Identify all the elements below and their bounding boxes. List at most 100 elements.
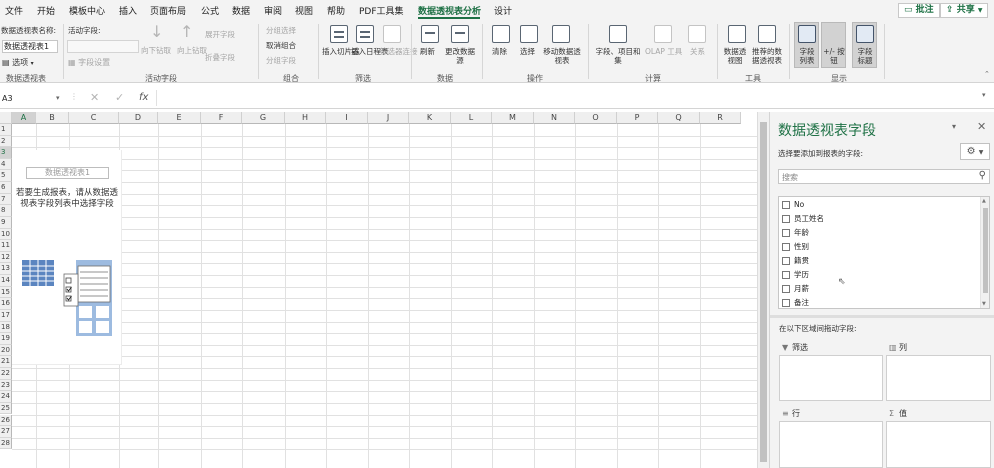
pane-divider[interactable] <box>770 315 994 318</box>
menu-review[interactable]: 审阅 <box>264 4 282 17</box>
menu-view[interactable]: 视图 <box>295 4 313 17</box>
row-header-12[interactable]: 12 <box>0 251 12 264</box>
row-header-24[interactable]: 24 <box>0 391 12 403</box>
menu-templates[interactable]: 模板中心 <box>69 4 105 17</box>
column-header-q[interactable]: Q <box>658 112 700 124</box>
name-box[interactable]: A3 <box>0 91 64 106</box>
spreadsheet-grid[interactable]: ABCDEFGHIJKLMNOPQR 1 2 3 4 5 6 7 8 9 10 11 12 13 14 15… <box>0 112 757 468</box>
group-selection-button[interactable]: 分组选择 <box>266 26 296 35</box>
field-checkbox[interactable] <box>782 229 790 237</box>
scroll-up-icon[interactable]: ▲ <box>982 198 986 204</box>
row-header-20[interactable]: 20 <box>0 344 12 357</box>
scroll-thumb[interactable] <box>760 122 767 462</box>
row-header-25[interactable]: 25 <box>0 402 12 415</box>
menu-formulas[interactable]: 公式 <box>201 4 219 17</box>
clear-button[interactable]: 清除 <box>492 47 507 56</box>
menu-file[interactable]: 文件 <box>5 4 23 17</box>
row-header-9[interactable]: 9 <box>0 216 12 229</box>
row-header-18[interactable]: 18 <box>0 321 12 334</box>
row-header-22[interactable]: 22 <box>0 368 12 380</box>
field-checkbox[interactable] <box>782 271 790 279</box>
close-icon[interactable]: ✕ <box>977 120 986 133</box>
column-header-j[interactable]: J <box>368 112 409 124</box>
menu-data[interactable]: 数据 <box>232 4 250 17</box>
column-header-i[interactable]: I <box>326 112 368 124</box>
row-header-19[interactable]: 19 <box>0 333 12 345</box>
vertical-scrollbar[interactable] <box>757 112 769 468</box>
column-header-a[interactable]: A <box>12 112 36 124</box>
column-header-f[interactable]: F <box>201 112 242 124</box>
recommended-pivot-button[interactable]: 推荐的数据透视表 <box>750 47 784 65</box>
field-search-input[interactable]: 搜索 ⚲ <box>778 169 990 184</box>
row-header-4[interactable]: 4 <box>0 158 12 171</box>
column-header-k[interactable]: K <box>409 112 451 124</box>
row-header-3[interactable]: 3 <box>0 147 12 159</box>
row-header-2[interactable]: 2 <box>0 135 12 148</box>
scroll-down-icon[interactable]: ▼ <box>982 301 986 307</box>
expand-field-label[interactable]: 展开字段 <box>205 30 235 39</box>
cancel-icon[interactable]: ✕ <box>90 90 99 106</box>
menu-help[interactable]: 帮助 <box>327 4 345 17</box>
row-header-23[interactable]: 23 <box>0 379 12 392</box>
row-header-13[interactable]: 13 <box>0 263 12 276</box>
row-header-1[interactable]: 1 <box>0 124 12 136</box>
field-checkbox[interactable] <box>782 257 790 265</box>
move-pivot-button[interactable]: 移动数据透视表 <box>542 47 582 65</box>
column-header-g[interactable]: G <box>242 112 285 124</box>
row-header-7[interactable]: 7 <box>0 193 12 206</box>
row-header-26[interactable]: 26 <box>0 414 12 427</box>
field-checkbox[interactable] <box>782 215 790 223</box>
column-header-l[interactable]: L <box>451 112 492 124</box>
column-header-h[interactable]: H <box>285 112 326 124</box>
row-header-14[interactable]: 14 <box>0 275 12 287</box>
active-field-input[interactable] <box>67 40 139 53</box>
enter-icon[interactable]: ✓ <box>115 90 124 106</box>
row-header-6[interactable]: 6 <box>0 182 12 194</box>
row-header-28[interactable]: 28 <box>0 437 12 450</box>
collapse-field-label[interactable]: 折叠字段 <box>205 53 235 62</box>
chevron-down-icon[interactable]: ▾ <box>952 122 956 131</box>
pivot-chart-button[interactable]: 数据透视图 <box>721 47 749 65</box>
field-settings-button[interactable]: ▦ 字段设置 <box>68 57 110 68</box>
pivot-placeholder[interactable]: 数据透视表1 若要生成报表，请从数据透视表字段列表中选择字段 <box>12 150 122 365</box>
pivot-name-input[interactable]: 数据透视表1 <box>2 40 58 53</box>
row-header-17[interactable]: 17 <box>0 309 12 322</box>
menu-page-layout[interactable]: 页面布局 <box>150 4 186 17</box>
options-button[interactable]: ▤ 选项 ▾ <box>2 57 34 68</box>
menu-pdf-tools[interactable]: PDF工具集 <box>359 4 404 17</box>
fields-items-button[interactable]: 字段、项目和集 <box>594 47 642 65</box>
values-area[interactable] <box>886 421 991 468</box>
ungroup-button[interactable]: 取消组合 <box>266 41 296 50</box>
row-header-11[interactable]: 11 <box>0 240 12 252</box>
column-header-o[interactable]: O <box>575 112 617 124</box>
field-list-scroll-thumb[interactable] <box>983 208 988 293</box>
column-header-p[interactable]: P <box>617 112 658 124</box>
field-checkbox[interactable] <box>782 243 790 251</box>
field-checkbox[interactable] <box>782 201 790 209</box>
filters-area[interactable] <box>779 355 883 401</box>
menu-design[interactable]: 设计 <box>494 4 512 17</box>
row-header-8[interactable]: 8 <box>0 205 12 217</box>
field-checkbox[interactable] <box>782 285 790 293</box>
row-header-27[interactable]: 27 <box>0 426 12 438</box>
chevron-down-icon[interactable]: ▾ <box>56 91 60 106</box>
column-header-n[interactable]: N <box>534 112 575 124</box>
rows-area[interactable] <box>779 421 883 468</box>
menu-pivot-analyze[interactable]: 数据透视表分析 <box>418 4 481 17</box>
row-header-16[interactable]: 16 <box>0 298 12 310</box>
drill-up-label[interactable]: 向上钻取 <box>177 46 207 55</box>
menu-home[interactable]: 开始 <box>37 4 55 17</box>
comment-button[interactable]: ▭ 批注 <box>898 3 940 18</box>
drill-down-label[interactable]: 向下钻取 <box>141 46 171 55</box>
select-button[interactable]: 选择 <box>520 47 535 56</box>
expand-formula-icon[interactable]: ▾ <box>982 91 986 99</box>
change-source-button[interactable]: 更改数据源 <box>445 47 475 65</box>
select-all-corner[interactable] <box>0 112 12 124</box>
column-header-m[interactable]: M <box>492 112 534 124</box>
column-header-b[interactable]: B <box>36 112 69 124</box>
field-checkbox[interactable] <box>782 299 790 307</box>
row-header-15[interactable]: 15 <box>0 286 12 299</box>
column-header-d[interactable]: D <box>119 112 158 124</box>
column-header-r[interactable]: R <box>700 112 741 124</box>
tools-button[interactable]: ⚙ ▼ <box>960 143 990 160</box>
